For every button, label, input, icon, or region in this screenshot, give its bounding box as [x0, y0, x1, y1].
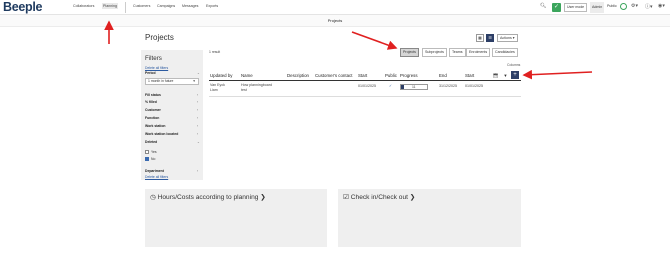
- annotation-arrow-add: [522, 69, 593, 80]
- annotation-overlay: [104, 20, 593, 80]
- annotation-arrow-tabs: [351, 31, 398, 50]
- screen: Beeple Collaborators Planning Customers …: [0, 0, 670, 262]
